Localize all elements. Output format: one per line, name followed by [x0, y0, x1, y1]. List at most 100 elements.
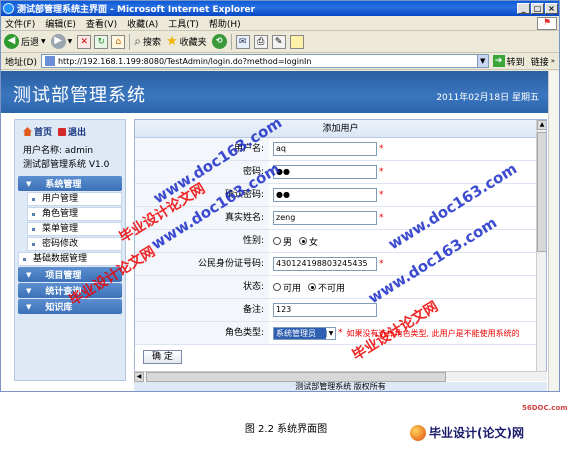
page-icon [44, 56, 55, 66]
user-info: 用户名称: admin 测试部管理系统 V1.0 [15, 138, 125, 172]
bullet-icon [23, 258, 26, 261]
content-horizontal-scrollbar[interactable]: ◀ [134, 371, 547, 382]
realname-input[interactable]: zeng [273, 211, 377, 225]
links-button[interactable]: 链接 [531, 55, 549, 68]
content-frame: 添加用户 用户名: aq * 密码: ●● * 确认密码: ●● * 真实姓名:… [134, 119, 547, 381]
submit-button[interactable]: 确 定 [143, 350, 182, 364]
menu-head-label: 系统管理 [45, 180, 82, 190]
radio-male[interactable] [273, 237, 281, 245]
remark-input[interactable]: 123 [273, 303, 377, 317]
password-input[interactable]: ●● [273, 165, 377, 179]
menu-head-system[interactable]: ▼ 系统管理 [18, 176, 122, 191]
chevron-down-icon: ▼ [41, 38, 46, 45]
menu-file[interactable]: 文件(F) [5, 17, 35, 30]
status-label: 状态: [135, 276, 269, 298]
address-url: http://192.168.1.199:8080/TestAdmin/logi… [57, 56, 312, 66]
stop-icon[interactable]: ✕ [77, 34, 92, 49]
logout-link[interactable]: 退出 [68, 125, 86, 138]
scroll-up-icon[interactable]: ▲ [537, 120, 546, 130]
gender-male-label: 男 [283, 237, 293, 248]
username-input[interactable]: aq [273, 142, 377, 156]
maximize-button[interactable]: □ [531, 3, 544, 14]
menu-item-password[interactable]: 密码修改 [27, 237, 122, 251]
search-button[interactable]: ⌕ 搜索 [134, 34, 161, 49]
toolbar-separator [230, 33, 232, 50]
home-icon[interactable]: ⌂ [111, 34, 126, 49]
menu-item-users[interactable]: 用户管理 [27, 192, 122, 206]
refresh-icon[interactable]: ↻ [94, 34, 109, 49]
go-arrow-icon: ➔ [492, 55, 505, 67]
role-selected-value: 系统管理员 [274, 327, 326, 339]
mail-icon[interactable]: ✉ [235, 34, 250, 49]
system-name: 测试部管理系统 [13, 85, 146, 106]
status-off-label: 不可用 [318, 283, 346, 294]
go-button[interactable]: ➔ 转到 [492, 55, 525, 68]
menu-tools[interactable]: 工具(T) [168, 17, 199, 30]
bullet-icon [32, 228, 35, 231]
address-input[interactable]: http://192.168.1.199:8080/TestAdmin/logi… [40, 54, 489, 68]
menu-edit[interactable]: 编辑(E) [45, 17, 76, 30]
globe-icon [410, 424, 426, 441]
required-mark: * [379, 167, 384, 177]
menu-bar: 文件(F) 编辑(E) 查看(V) 收藏(A) 工具(T) 帮助(H) ⚑ [1, 16, 559, 31]
header-date: 2011年02月18日 星期五 [436, 93, 539, 103]
star-icon: ★ [166, 34, 178, 49]
scroll-thumb-horizontal[interactable] [146, 372, 446, 382]
required-mark: * [379, 213, 384, 223]
menu-item-label: 基础数据管理 [33, 254, 88, 264]
gender-female-option[interactable]: 女 [299, 235, 318, 248]
toolbar: ◀ 后退 ▼ ▶ ▼ ✕ ↻ ⌂ ⌕ 搜索 ★ 收藏夹 ⟲ ✉ ⎙ ✎ [1, 31, 559, 53]
history-icon[interactable]: ⟲ [211, 34, 227, 49]
menu-item-basedata[interactable]: 基础数据管理 [18, 252, 122, 266]
radio-status-off[interactable] [308, 283, 317, 291]
button-row: 确 定 [135, 345, 546, 369]
brand-text: 毕业设计(论文)网 [429, 426, 524, 440]
triangle-down-icon: ▼ [26, 179, 32, 188]
radio-status-on[interactable] [273, 283, 281, 291]
chevron-right-icon[interactable]: » [551, 57, 555, 65]
menu-view[interactable]: 查看(V) [86, 17, 117, 30]
back-label: 后退 [21, 38, 40, 48]
triangle-down-icon: ▼ [26, 302, 32, 311]
menu-help[interactable]: 帮助(H) [209, 17, 241, 30]
status-off-option[interactable]: 不可用 [308, 281, 345, 294]
forward-button[interactable]: ▶ ▼ [50, 34, 72, 49]
messenger-icon[interactable] [289, 34, 304, 49]
role-select[interactable]: 系统管理员 ▼ [273, 326, 336, 340]
app-footer: 测试部管理系统 版权所有 [134, 382, 547, 391]
row-remark: 备注: 123 [135, 299, 546, 322]
chevron-down-icon[interactable]: ▼ [326, 329, 335, 337]
close-button[interactable]: × [545, 3, 558, 14]
page-vertical-scrollbar[interactable] [548, 71, 559, 391]
menu-head-label: 知识库 [45, 303, 73, 313]
scroll-left-icon[interactable]: ◀ [134, 372, 144, 382]
gender-male-option[interactable]: 男 [273, 235, 292, 248]
menu-favorites[interactable]: 收藏(A) [127, 17, 158, 30]
content-vertical-scrollbar[interactable]: ▲ [536, 120, 546, 380]
chevron-down-icon[interactable]: ▼ [476, 55, 488, 67]
status-on-option[interactable]: 可用 [273, 281, 301, 294]
triangle-down-icon: ▼ [26, 286, 32, 295]
row-idnumber: 公民身份证号码: 430124198803245435 * [135, 253, 546, 276]
favorites-button[interactable]: ★ 收藏夹 [166, 34, 207, 49]
gender-female-label: 女 [309, 237, 319, 248]
home-link[interactable]: 首页 [34, 125, 52, 138]
bullet-icon [32, 213, 35, 216]
idnumber-input[interactable]: 430124198803245435 [273, 257, 377, 271]
menu-item-roles[interactable]: 角色管理 [27, 207, 122, 221]
menu-item-menus[interactable]: 菜单管理 [27, 222, 122, 236]
radio-female[interactable] [299, 237, 308, 245]
menu-item-label: 菜单管理 [42, 224, 79, 234]
confirm-password-input[interactable]: ●● [273, 188, 377, 202]
address-label: 地址(D) [5, 57, 37, 68]
back-button[interactable]: ◀ 后退 ▼ [4, 34, 46, 49]
sidebar: 首页 退出 用户名称: admin 测试部管理系统 V1.0 ▼ 系统管理 用户管… [14, 119, 126, 381]
username-cell: aq * [269, 142, 546, 156]
scroll-thumb[interactable] [537, 132, 546, 252]
menu-item-label: 角色管理 [42, 209, 79, 219]
edit-icon[interactable]: ✎ [271, 34, 286, 49]
minimize-button[interactable]: _ [517, 3, 530, 14]
triangle-down-icon: ▼ [26, 270, 32, 279]
forward-arrow-icon: ▶ [50, 34, 66, 49]
print-icon[interactable]: ⎙ [253, 34, 268, 49]
